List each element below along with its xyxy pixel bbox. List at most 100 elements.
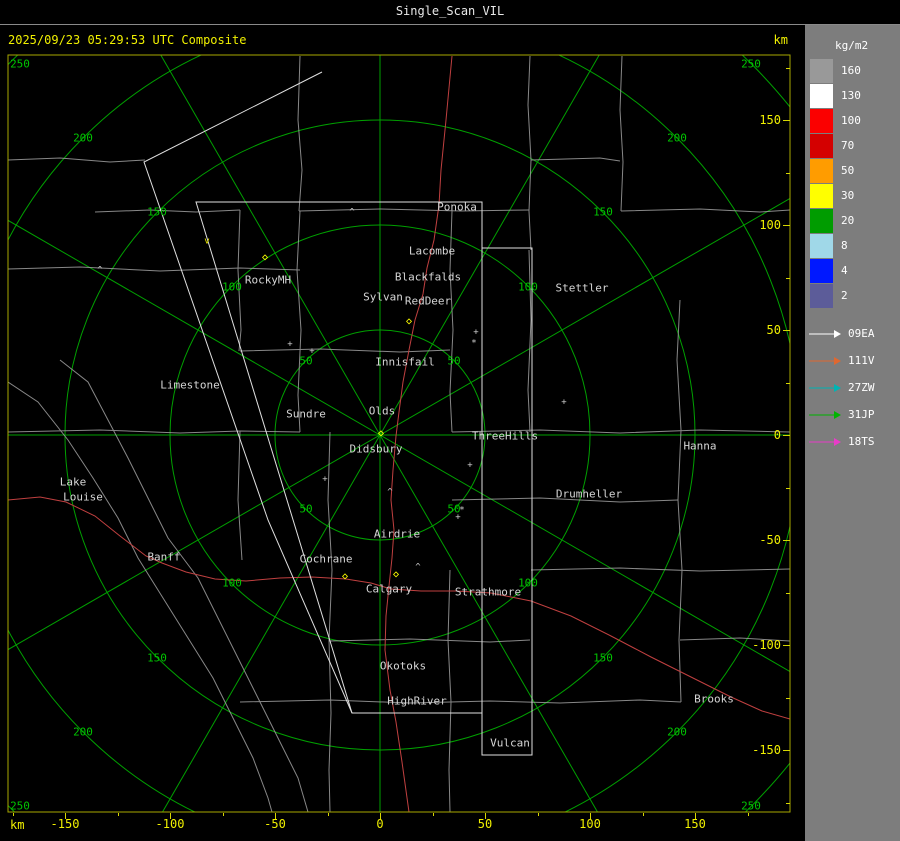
city-label: Calgary — [365, 582, 413, 596]
scale-swatch — [810, 283, 833, 308]
right-axis-tick-label: 0 — [773, 428, 781, 442]
right-axis-tick — [786, 697, 790, 699]
scale-value: 130 — [841, 89, 861, 102]
radar-site-marker: ◇ — [377, 428, 385, 439]
radar-legend-item: 18TS — [808, 428, 900, 455]
radar-arrow-icon — [809, 356, 841, 365]
city-label: Vulcan — [490, 736, 530, 750]
scale-value: 30 — [841, 189, 855, 202]
range-ring-label: 100 — [518, 576, 538, 590]
city-label: RockyMH — [244, 273, 292, 287]
range-ring-label: 50 — [447, 354, 461, 368]
right-axis-tick — [786, 67, 790, 69]
town-marker: ^ — [387, 487, 393, 498]
radar-site-marker: ◇ — [261, 252, 269, 263]
scale-value: 8 — [841, 239, 848, 252]
city-label: ThreeHills — [471, 429, 539, 443]
range-ring-label: 200 — [73, 131, 93, 145]
right-axis-tick — [786, 592, 790, 594]
bottom-axis-tick-label: -50 — [264, 817, 286, 831]
range-ring-label: 250 — [741, 799, 761, 813]
range-ring-label: 50 — [299, 502, 313, 516]
right-axis-tick — [783, 750, 790, 751]
city-label: Innisfail — [375, 355, 435, 369]
town-marker: + — [561, 397, 567, 408]
city-label: Drumheller — [555, 487, 623, 501]
bottom-axis-tick — [485, 813, 486, 819]
radar-legend-item: 31JP — [808, 401, 900, 428]
right-axis-tick-label: 100 — [759, 218, 781, 232]
range-ring-label: 200 — [73, 725, 93, 739]
city-label: Didsbury — [349, 442, 403, 456]
right-axis-tick-label: -50 — [759, 533, 781, 547]
bottom-axis-tick — [642, 813, 644, 816]
range-ring-label: 200 — [667, 725, 687, 739]
scale-value: 2 — [841, 289, 848, 302]
right-axis-tick — [786, 382, 790, 384]
scale-swatch — [810, 233, 833, 258]
right-axis-tick — [786, 487, 790, 489]
city-label: Limestone — [160, 378, 220, 392]
right-axis-tick — [783, 330, 790, 331]
scale-row: 30 — [810, 183, 900, 208]
town-marker: ^ — [349, 207, 355, 218]
bottom-axis-tick — [380, 813, 381, 819]
city-label: RedDeer — [404, 294, 452, 308]
town-marker: + — [287, 339, 293, 350]
city-label: Lacombe — [408, 244, 456, 258]
city-label: Ponoka — [437, 200, 477, 214]
right-axis-tick — [783, 645, 790, 646]
town-marker: * — [471, 338, 477, 349]
range-ring-label: 150 — [147, 205, 167, 219]
town-marker: ^ — [97, 265, 103, 276]
bottom-axis-tick-label: -150 — [50, 817, 80, 831]
bottom-axis-tick — [747, 813, 749, 816]
right-axis-tick-label: -100 — [752, 638, 781, 652]
range-ring-label: 250 — [10, 57, 30, 71]
right-axis-tick — [783, 120, 790, 121]
radar-id: 18TS — [848, 435, 875, 448]
scale-swatch — [810, 208, 833, 233]
bottom-axis-tick — [537, 813, 539, 816]
range-ring-label: 250 — [741, 57, 761, 71]
right-axis-tick — [786, 172, 790, 174]
city-label: Blackfalds — [394, 270, 462, 284]
range-ring-label: 100 — [222, 280, 242, 294]
bottom-axis-tick-label: 100 — [579, 817, 601, 831]
right-axis-tick-label: 50 — [766, 323, 781, 337]
bottom-axis-unit: km — [10, 818, 25, 832]
right-axis-tick — [783, 435, 790, 436]
city-label: Okotoks — [379, 659, 427, 673]
radar-id: 31JP — [848, 408, 875, 421]
bottom-axis-tick — [275, 813, 276, 819]
bottom-axis-tick — [170, 813, 171, 819]
city-label: Sylvan — [363, 290, 403, 304]
town-marker: * — [459, 505, 465, 516]
city-label: Sundre — [286, 407, 326, 421]
scale-swatch — [810, 158, 833, 183]
bottom-axis-tick-label: -100 — [155, 817, 185, 831]
scale-value: 160 — [841, 64, 861, 77]
town-marker: + — [322, 474, 328, 485]
scale-swatch — [810, 183, 833, 208]
bottom-axis-tick — [432, 813, 434, 816]
bottom-axis-tick-label: 0 — [376, 817, 384, 831]
range-ring-label: 100 — [222, 576, 242, 590]
town-marker: + — [467, 460, 473, 471]
range-ring-label: 150 — [593, 205, 613, 219]
town-marker: ^ — [415, 562, 421, 573]
scale-row: 70 — [810, 133, 900, 158]
scale-value: 20 — [841, 214, 855, 227]
bottom-axis-tick — [12, 813, 14, 816]
city-label: Olds — [368, 404, 396, 418]
city-label: Lake — [59, 475, 87, 489]
scale-swatch — [810, 83, 833, 108]
right-axis-tick-label: 150 — [759, 113, 781, 127]
radar-legend-item: 09EA — [808, 320, 900, 347]
bottom-axis-tick — [222, 813, 224, 816]
scale-value: 50 — [841, 164, 855, 177]
scale-swatch — [810, 58, 833, 83]
bottom-axis-tick — [327, 813, 329, 816]
right-axis-tick — [786, 277, 790, 279]
city-label: Brooks — [694, 692, 734, 706]
